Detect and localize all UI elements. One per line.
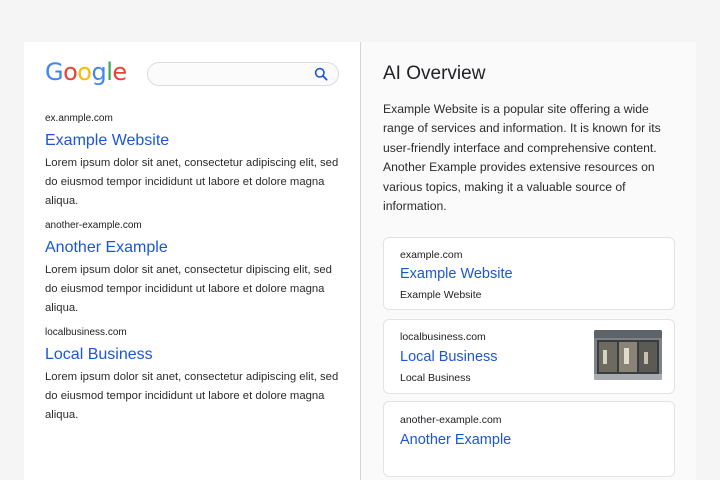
card-subtitle: Local Business <box>400 372 471 384</box>
card-domain: localbusiness.com <box>400 331 486 343</box>
source-card-local-business[interactable]: localbusiness.com Local Business Local B… <box>383 319 675 394</box>
search-icon[interactable] <box>314 67 328 81</box>
card-title-link[interactable]: Another Example <box>400 430 511 450</box>
search-results-page: Google ex.anmple.com Example Website Lor… <box>24 42 696 480</box>
search-result: localbusiness.com Local Business Lorem i… <box>45 326 345 425</box>
result-title-link[interactable]: Local Business <box>45 344 345 366</box>
source-card-example[interactable]: example.com Example Website Example Webs… <box>383 237 675 310</box>
ai-overview-panel: AI Overview Example Website is a popular… <box>361 42 696 480</box>
logo-letter: o <box>77 58 92 86</box>
result-url: localbusiness.com <box>45 327 127 338</box>
logo-letter: e <box>112 58 127 86</box>
result-title-link[interactable]: Another Example <box>45 237 345 259</box>
result-url: ex.anmple.com <box>45 113 113 124</box>
search-input[interactable] <box>158 65 312 85</box>
result-snippet: Lorem ipsum dolor sit anet, consectetur … <box>45 264 332 314</box>
result-snippet: Lorem ipsum dolor sit anet, consectetur … <box>45 371 339 421</box>
search-result: ex.anmple.com Example Website Lorem ipsu… <box>45 112 345 211</box>
google-logo[interactable]: Google <box>45 58 127 86</box>
logo-letter: o <box>63 58 78 86</box>
card-title-link[interactable]: Example Website <box>400 264 513 284</box>
card-title-link[interactable]: Local Business <box>400 347 498 367</box>
ai-overview-text: Example Website is a popular site offeri… <box>383 102 661 214</box>
result-url: another-example.com <box>45 220 142 231</box>
logo-letter: G <box>45 58 64 86</box>
ai-overview-title: AI Overview <box>383 63 486 84</box>
result-snippet: Lorem ipsum dolor sit anet, consectetur … <box>45 157 339 207</box>
search-bar <box>147 62 339 86</box>
storefront-image[interactable] <box>594 330 662 380</box>
card-domain: example.com <box>400 249 463 261</box>
card-subtitle: Example Website <box>400 289 482 301</box>
result-title-link[interactable]: Example Website <box>45 130 345 152</box>
results-column: Google ex.anmple.com Example Website Lor… <box>24 42 360 480</box>
source-card-another-example[interactable]: another-example.com Another Example <box>383 401 675 477</box>
card-domain: another-example.com <box>400 414 502 426</box>
logo-letter: g <box>91 58 107 86</box>
search-result: another-example.com Another Example Lore… <box>45 219 345 318</box>
